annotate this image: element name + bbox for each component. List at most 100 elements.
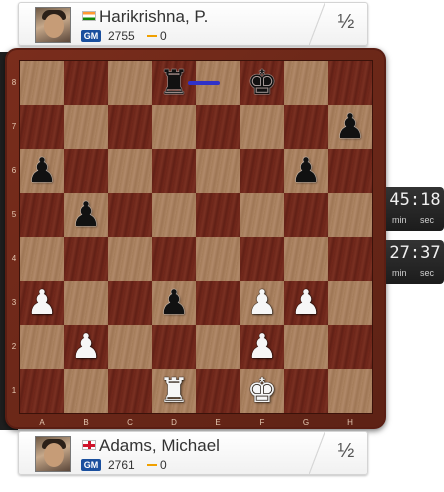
points-dash-icon <box>147 464 157 466</box>
square-c5[interactable] <box>108 193 152 237</box>
square-f5[interactable] <box>240 193 284 237</box>
file-label: C <box>127 418 133 427</box>
rank-label: 5 <box>11 210 17 219</box>
black-pawn-g6[interactable]: ♟ <box>284 149 328 193</box>
square-g8[interactable] <box>284 61 328 105</box>
square-b8[interactable] <box>64 61 108 105</box>
square-h3[interactable] <box>328 281 372 325</box>
score-divider <box>309 432 325 474</box>
square-h4[interactable] <box>328 237 372 281</box>
square-e8[interactable] <box>196 61 240 105</box>
square-a2[interactable] <box>20 325 64 369</box>
square-e4[interactable] <box>196 237 240 281</box>
rank-label: 3 <box>11 298 17 307</box>
square-e5[interactable] <box>196 193 240 237</box>
bottom-clock-min-label: min <box>392 268 407 278</box>
top-player-points: 0 <box>160 29 167 43</box>
black-pawn-b5[interactable]: ♟ <box>64 193 108 237</box>
white-pawn-f3[interactable]: ♟ <box>240 281 284 325</box>
square-c4[interactable] <box>108 237 152 281</box>
top-player-rating: 2755 <box>108 29 135 43</box>
bottom-player-name[interactable]: Adams, Michael <box>99 436 220 456</box>
black-pawn-a6[interactable]: ♟ <box>20 149 64 193</box>
bottom-player-title-badge: GM <box>81 459 101 471</box>
file-label: G <box>302 418 310 427</box>
square-c8[interactable] <box>108 61 152 105</box>
square-d7[interactable] <box>152 105 196 149</box>
white-pawn-b2[interactable]: ♟ <box>64 325 108 369</box>
square-h6[interactable] <box>328 149 372 193</box>
square-b7[interactable] <box>64 105 108 149</box>
file-label: D <box>171 418 177 427</box>
white-pawn-g3[interactable]: ♟ <box>284 281 328 325</box>
square-e7[interactable] <box>196 105 240 149</box>
white-king-f1[interactable]: ♚ <box>240 369 284 413</box>
rank-label: 2 <box>11 342 17 351</box>
rank-label: 8 <box>11 78 17 87</box>
square-c1[interactable] <box>108 369 152 413</box>
square-d2[interactable] <box>152 325 196 369</box>
file-label: A <box>39 418 45 427</box>
square-g4[interactable] <box>284 237 328 281</box>
square-c3[interactable] <box>108 281 152 325</box>
square-f4[interactable] <box>240 237 284 281</box>
black-pawn-h7[interactable]: ♟ <box>328 105 372 149</box>
square-h8[interactable] <box>328 61 372 105</box>
top-player-title-badge: GM <box>81 30 101 42</box>
chess-board[interactable]: ♜ ♚ ♟ ♟ ♟ ♟ ♟ ♟ ♟ ♟ ♟ ♟ ♜ ♚ <box>20 61 372 413</box>
square-a1[interactable] <box>20 369 64 413</box>
bottom-player-avatar[interactable] <box>35 436 71 472</box>
india-flag-icon <box>82 11 96 21</box>
square-b3[interactable] <box>64 281 108 325</box>
square-f7[interactable] <box>240 105 284 149</box>
square-a5[interactable] <box>20 193 64 237</box>
square-g5[interactable] <box>284 193 328 237</box>
square-h1[interactable] <box>328 369 372 413</box>
square-b4[interactable] <box>64 237 108 281</box>
rank-label: 7 <box>11 122 17 131</box>
square-e6[interactable] <box>196 149 240 193</box>
square-d5[interactable] <box>152 193 196 237</box>
square-b1[interactable] <box>64 369 108 413</box>
square-a8[interactable] <box>20 61 64 105</box>
black-king-f8[interactable]: ♚ <box>240 61 284 105</box>
chess-game-view: Harikrishna, P. GM 2755 0 ½ ♜ ♚ ♟ ♟ ♟ ♟ ♟ ♟ ♟ ♟ ♟ ♟… <box>0 0 444 492</box>
top-clock-time: 45:18 <box>389 190 441 210</box>
file-label: F <box>259 418 265 427</box>
square-g2[interactable] <box>284 325 328 369</box>
square-c6[interactable] <box>108 149 152 193</box>
points-dash-icon <box>147 35 157 37</box>
top-player-name[interactable]: Harikrishna, P. <box>99 7 208 27</box>
top-player-clock: 45:18 min sec <box>386 187 444 231</box>
square-c7[interactable] <box>108 105 152 149</box>
square-g7[interactable] <box>284 105 328 149</box>
top-clock-min-label: min <box>392 215 407 225</box>
white-pawn-f2[interactable]: ♟ <box>240 325 284 369</box>
file-label: E <box>215 418 221 427</box>
square-e1[interactable] <box>196 369 240 413</box>
square-h2[interactable] <box>328 325 372 369</box>
top-player-avatar[interactable] <box>35 7 71 43</box>
square-c2[interactable] <box>108 325 152 369</box>
black-rook-d8[interactable]: ♜ <box>152 61 196 105</box>
bottom-player-clock: 27:37 min sec <box>386 240 444 284</box>
square-d4[interactable] <box>152 237 196 281</box>
bottom-player-panel: Adams, Michael GM 2761 0 ½ <box>18 431 368 475</box>
square-d6[interactable] <box>152 149 196 193</box>
square-b6[interactable] <box>64 149 108 193</box>
square-g1[interactable] <box>284 369 328 413</box>
file-label: H <box>347 418 353 427</box>
square-e2[interactable] <box>196 325 240 369</box>
square-a7[interactable] <box>20 105 64 149</box>
bottom-clock-sec-label: sec <box>420 268 435 278</box>
white-rook-d1[interactable]: ♜ <box>152 369 196 413</box>
white-pawn-a3[interactable]: ♟ <box>20 281 64 325</box>
black-pawn-d3[interactable]: ♟ <box>152 281 196 325</box>
top-player-score: ½ <box>337 11 355 33</box>
square-e3[interactable] <box>196 281 240 325</box>
england-flag-icon <box>82 440 96 450</box>
square-h5[interactable] <box>328 193 372 237</box>
bottom-player-score: ½ <box>337 440 355 462</box>
square-a4[interactable] <box>20 237 64 281</box>
square-f6[interactable] <box>240 149 284 193</box>
